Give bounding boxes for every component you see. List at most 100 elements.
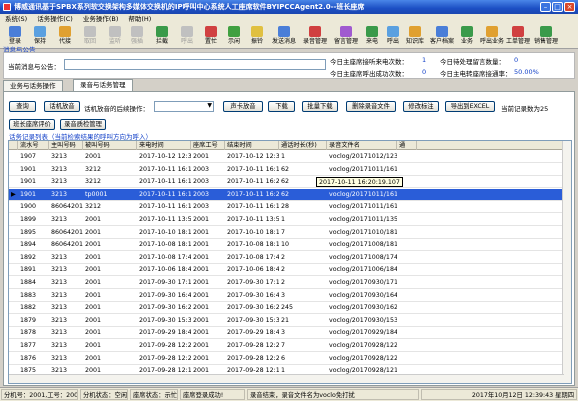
table-cell: 2017-10-08 18:11:31 <box>227 241 279 249</box>
toolbar-message-button[interactable]: 发送消息 <box>272 26 296 48</box>
notice-field[interactable] <box>64 59 326 70</box>
row-selector[interactable] <box>9 302 18 314</box>
row-selector[interactable] <box>9 327 18 339</box>
table-cell: 2017-10-06 18:45:55 <box>139 266 191 274</box>
row-selector[interactable] <box>9 252 18 264</box>
row-selector[interactable] <box>9 340 18 352</box>
column-header[interactable]: 来电时间 <box>137 141 191 150</box>
column-header[interactable]: 主叫号码 <box>49 141 83 150</box>
table-row[interactable]: 1892321320012017-10-08 17:46:0620012017-… <box>9 252 571 264</box>
end-time-tooltip: 2017-10-11 16:20:19.107 <box>316 177 403 187</box>
table-cell: 2017-10-12 12:35:15 <box>139 153 191 160</box>
maximize-button[interactable]: □ <box>552 2 563 12</box>
edit-tag-button[interactable]: 修改标注 <box>403 101 439 112</box>
table-cell: 1879 <box>20 316 37 324</box>
row-selector[interactable] <box>9 290 18 302</box>
table-cell: 2001 <box>193 291 210 299</box>
toolbar-ring-button[interactable]: 振铃 <box>245 26 269 48</box>
dial-playback-button[interactable]: 话机放音 <box>44 101 80 112</box>
column-header[interactable]: 结束时间 <box>225 141 279 150</box>
menu-help[interactable]: 帮助(H) <box>123 14 156 25</box>
row-selector[interactable] <box>9 214 18 226</box>
menu-call-ops[interactable]: 话务操作(C) <box>32 14 78 25</box>
table-cell: 1894 <box>20 241 37 249</box>
table-cell: 2001 <box>85 266 102 274</box>
table-row[interactable]: 1901321332122017-10-11 16:18:3320032017-… <box>9 176 571 189</box>
delete-file-button[interactable]: 删除录音文件 <box>346 101 396 112</box>
table-cell: 3 <box>281 291 286 299</box>
table-row[interactable]: 1883321320012017-09-30 16:41:4320012017-… <box>9 290 571 302</box>
toolbar-knowledge-button[interactable]: 知识库 <box>403 26 427 48</box>
table-cell: voclog/20170928/122231.004… <box>329 342 397 349</box>
window-title: 博威通讯基于SPBX系列软交换架构多媒体交换机的IP呼叫中心系统人工座席软件BY… <box>14 3 365 11</box>
table-row[interactable]: 18948606420120012017-10-08 18:11:0920012… <box>9 239 571 252</box>
column-header[interactable]: 被叫号码 <box>83 141 137 150</box>
table-cell: 2001 <box>193 329 210 337</box>
horizontal-scrollbar[interactable] <box>9 374 564 383</box>
quality-check-button[interactable]: 录音质检管理 <box>60 119 106 130</box>
table-row[interactable]: 1879321320012017-09-30 15:35:4920012017-… <box>9 315 571 327</box>
table-row[interactable]: 1900 860642013212 2017-10-11 16:17:162003 2… <box>9 201 571 214</box>
table-row[interactable]: ▶1901 3213 tp0001 2017-10-11 16:18:332003 20… <box>9 188 571 201</box>
row-selector[interactable] <box>9 164 18 176</box>
status-recording: 录音结束，录音文件名为voclo免打扰 <box>247 389 419 400</box>
row-selector[interactable] <box>9 227 18 239</box>
column-header[interactable]: 录音文件名 <box>327 141 397 150</box>
table-row[interactable]: 1878321320012017-09-29 18:41:2520012017-… <box>9 327 571 340</box>
agent-eval-button[interactable]: 班长座席评价 <box>9 119 55 130</box>
table-row[interactable]: 1907321320012017-10-12 12:35:1520012017-… <box>9 151 571 163</box>
table-row[interactable]: 1884321320012017-09-30 17:13:2420012017-… <box>9 277 571 289</box>
menu-system[interactable]: 系统(S) <box>0 14 32 25</box>
minimize-button[interactable]: – <box>540 2 551 12</box>
tab-business-ops[interactable]: 业务与话务操作 <box>3 80 63 91</box>
row-selector[interactable] <box>9 201 18 213</box>
table-cell: 3213 <box>51 266 68 274</box>
vertical-scrollbar[interactable] <box>562 141 571 383</box>
menu-business-ops[interactable]: 业务操作(B) <box>78 14 124 25</box>
toolbar-sales-button[interactable]: 销售管理 <box>534 26 558 48</box>
grid-header: 流水号 主叫号码 被叫号码 来电时间 座席工号 结束时间 通话时长(秒) 录音文件名通 <box>9 141 571 150</box>
soundcard-playback-button[interactable]: 声卡放音 <box>223 101 263 112</box>
tab-recording-mgmt[interactable]: 录音与话务管理 <box>73 79 133 91</box>
row-selector[interactable] <box>9 176 18 188</box>
table-cell: 2017-10-11 16:18:33 <box>139 190 191 198</box>
table-cell: 3213 <box>51 153 68 160</box>
table-row[interactable]: 1899321320012017-10-11 13:53:1120012017-… <box>9 214 571 226</box>
table-cell: 2017-09-30 17:13:24 <box>139 279 191 286</box>
table-row[interactable]: 1877321320012017-09-28 12:22:0420012017-… <box>9 340 571 352</box>
dial-after-select[interactable]: ▼ <box>154 101 214 112</box>
column-header[interactable]: 座席工号 <box>191 141 225 150</box>
table-cell: 1907 <box>20 153 37 160</box>
row-selector[interactable] <box>9 353 18 365</box>
toolbar-recording-button[interactable]: 录音管理 <box>303 26 327 48</box>
status-datetime: 2017年10月12日 12:39:43 星期四 <box>421 389 577 400</box>
row-selector[interactable] <box>9 239 18 251</box>
table-cell: 2 <box>281 279 286 286</box>
table-row[interactable]: 18958606420120012017-10-10 18:16:4020012… <box>9 227 571 239</box>
download-button[interactable]: 下载 <box>268 101 295 112</box>
table-cell: 2017-09-30 17:14:41 <box>227 279 279 286</box>
export-excel-button[interactable]: 导出到EXCEL <box>445 101 495 112</box>
toolbar-ticket-button[interactable]: 工单管理 <box>506 26 530 48</box>
table-cell: 2017-10-08 18:11:09 <box>139 241 191 249</box>
table-row[interactable]: 1891321320012017-10-06 18:45:5520012017-… <box>9 264 571 277</box>
table-cell: 3213 <box>51 216 68 223</box>
table-row[interactable]: 1882321320012017-09-30 16:22:4220012017-… <box>9 302 571 315</box>
row-selector[interactable] <box>9 264 18 276</box>
table-row[interactable]: 1901321332122017-10-11 16:18:3320032017-… <box>9 164 571 176</box>
table-cell: voclog/20171011/161840.260… <box>329 165 397 173</box>
table-cell: 2001 <box>193 304 210 312</box>
row-selector[interactable] <box>9 151 18 163</box>
row-selector[interactable]: ▶ <box>9 189 18 201</box>
column-header[interactable]: 通 <box>397 141 417 150</box>
column-header[interactable]: 流水号 <box>18 141 49 150</box>
row-selector[interactable] <box>9 277 18 289</box>
batch-download-button[interactable]: 批量下载 <box>302 101 338 112</box>
table-row[interactable]: 1876321320012017-09-28 12:20:0520012017-… <box>9 353 571 365</box>
close-button[interactable]: × <box>564 2 575 12</box>
column-header[interactable]: 通话时长(秒) <box>279 141 327 150</box>
query-button[interactable]: 查询 <box>9 101 36 112</box>
row-selector-header <box>9 141 18 150</box>
table-cell: 3213 <box>51 316 68 324</box>
row-selector[interactable] <box>9 315 18 327</box>
